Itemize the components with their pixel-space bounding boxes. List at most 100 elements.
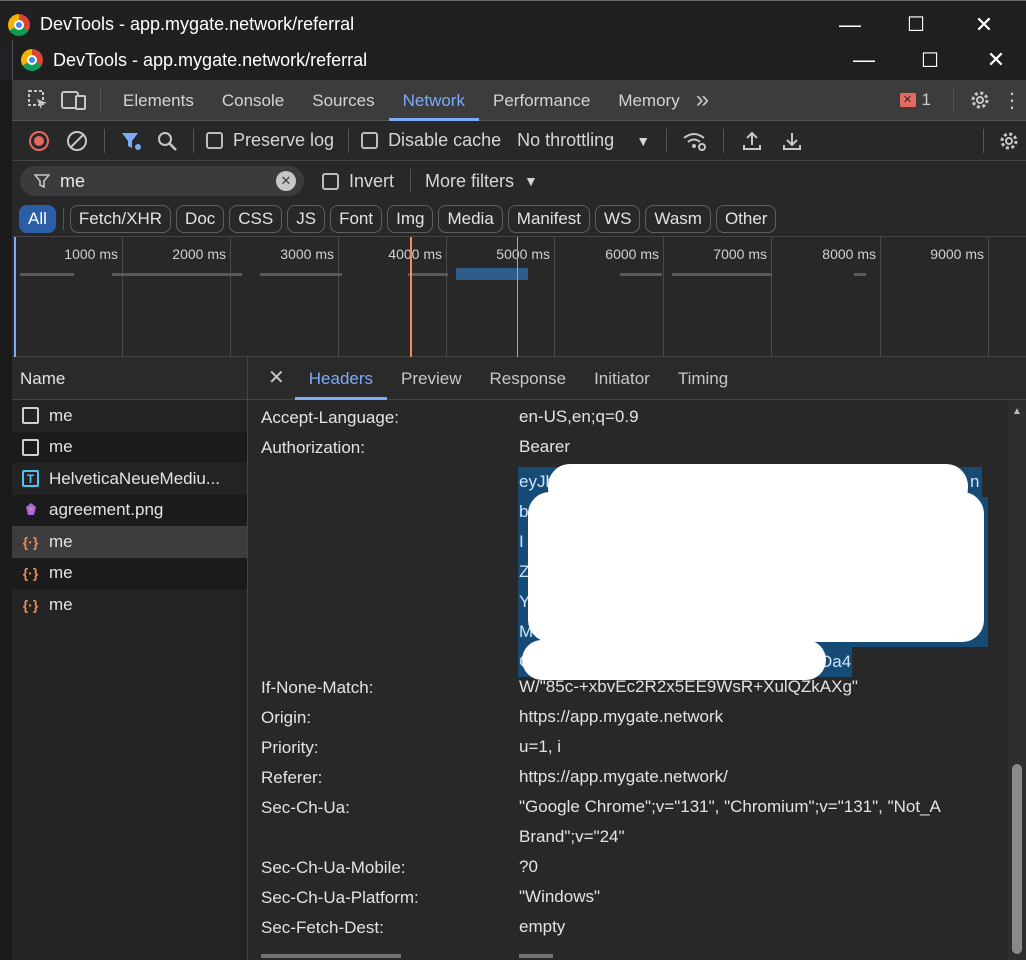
search-icon[interactable]	[149, 130, 185, 152]
type-filter-font[interactable]: Font	[330, 204, 383, 233]
type-filter-media[interactable]: Media	[438, 204, 503, 233]
network-toolbar: Preserve log Disable cache No throttling…	[12, 121, 1026, 161]
tab-performance[interactable]: Performance	[479, 80, 604, 121]
export-har-icon[interactable]	[772, 130, 812, 152]
issues-count: 1	[921, 90, 931, 109]
close-details-icon[interactable]: ✕	[248, 357, 295, 400]
type-filter-other[interactable]: Other	[715, 204, 777, 233]
header-name: Authorization:	[261, 438, 365, 457]
request-row[interactable]: {·} me	[12, 526, 247, 558]
chevron-down-icon[interactable]: ▼	[524, 173, 538, 189]
redaction-mark	[528, 492, 984, 642]
network-settings-gear-icon[interactable]	[992, 130, 1026, 152]
chevron-down-icon[interactable]: ▼	[636, 133, 650, 149]
tab-preview[interactable]: Preview	[387, 357, 475, 400]
document-icon	[22, 407, 39, 425]
clear-log-icon[interactable]	[58, 130, 96, 152]
name-column-header[interactable]: Name	[12, 357, 247, 400]
tab-headers[interactable]: Headers	[294, 357, 388, 400]
tab-timing[interactable]: Timing	[664, 357, 742, 400]
network-conditions-icon[interactable]	[675, 130, 715, 152]
request-row[interactable]: me	[12, 400, 247, 432]
header-value: W/"85c-+xbvEc2R2x5EE9WsR+XulQZkAXg"	[519, 677, 858, 696]
header-value: "Google Chrome";v="131", "Chromium";v="1…	[519, 797, 940, 846]
inspect-element-icon[interactable]	[20, 89, 56, 111]
type-filter-ws[interactable]: WS	[595, 204, 641, 233]
type-filter-manifest[interactable]: Manifest	[507, 204, 591, 233]
filter-icon	[34, 174, 50, 189]
timeline-tick-label: 1000 ms	[64, 246, 118, 262]
more-tabs-icon[interactable]: »	[696, 86, 709, 114]
resource-type-filters: All Fetch/XHR Doc CSS JS Font Img Media …	[12, 201, 1026, 237]
header-value: https://app.mygate.network/	[519, 767, 728, 786]
type-filter-fetch-xhr[interactable]: Fetch/XHR	[69, 204, 172, 233]
header-name: Referer:	[261, 768, 323, 787]
request-row[interactable]: {·} me	[12, 589, 247, 621]
tab-elements[interactable]: Elements	[109, 80, 208, 121]
devtools: Elements Console Sources Network Perform…	[12, 80, 1026, 960]
tab-sources[interactable]: Sources	[298, 80, 388, 121]
timeline-request-bar	[260, 273, 342, 276]
type-filter-css[interactable]: CSS	[229, 204, 283, 233]
header-value: "Windows"	[519, 887, 601, 906]
filter-funnel-icon[interactable]	[113, 130, 149, 152]
filter-input[interactable]: me ✕	[20, 166, 304, 196]
image-icon	[22, 502, 39, 519]
header-value: u=1, i	[519, 737, 562, 756]
request-name: me	[49, 405, 73, 425]
window-title: DevTools - app.mygate.network/referral	[40, 14, 355, 34]
request-name: me	[49, 594, 73, 614]
timeline-tick-label: 5000 ms	[496, 246, 550, 262]
type-filter-wasm[interactable]: Wasm	[645, 204, 711, 233]
disable-cache-checkbox[interactable]	[361, 132, 379, 149]
import-har-icon[interactable]	[732, 130, 772, 152]
tab-response[interactable]: Response	[476, 357, 581, 400]
timeline-overview[interactable]: 1000 ms 2000 ms 3000 ms 4000 ms 5000 ms …	[12, 237, 1026, 357]
throttling-select[interactable]: No throttling	[517, 130, 614, 151]
window-title: DevTools - app.mygate.network/referral	[53, 49, 368, 70]
timeline-tick-label: 6000 ms	[605, 246, 659, 262]
tab-initiator[interactable]: Initiator	[580, 357, 664, 400]
issues-counter[interactable]: ✕ 1	[899, 90, 931, 110]
tab-memory[interactable]: Memory	[604, 80, 693, 121]
minimize-button[interactable]: —	[834, 40, 894, 80]
error-icon: ✕	[899, 93, 916, 107]
type-filter-js[interactable]: JS	[287, 204, 326, 233]
request-row[interactable]: agreement.png	[12, 494, 247, 526]
clipped-row-fragment	[261, 954, 401, 958]
type-filter-img[interactable]: Img	[387, 204, 434, 233]
tab-network[interactable]: Network	[388, 80, 479, 121]
request-name: me	[49, 563, 73, 583]
type-filter-doc[interactable]: Doc	[176, 204, 225, 233]
request-name: me	[49, 531, 73, 551]
header-value: https://app.mygate.network	[519, 707, 724, 726]
maximize-button[interactable]: ☐	[900, 40, 960, 80]
chrome-logo-icon	[8, 13, 30, 36]
close-button[interactable]: ✕	[966, 40, 1026, 80]
timeline-tick-label: 9000 ms	[930, 246, 984, 262]
tab-console[interactable]: Console	[208, 80, 298, 121]
device-toolbar-icon[interactable]	[56, 89, 92, 111]
more-filters-dropdown[interactable]: More filters	[425, 171, 514, 192]
invert-checkbox[interactable]	[322, 172, 339, 190]
settings-gear-icon[interactable]	[962, 89, 998, 111]
preserve-log-label: Preserve log	[233, 130, 335, 150]
document-icon	[22, 438, 39, 456]
type-filter-all[interactable]: All	[19, 204, 56, 233]
scrollbar-thumb[interactable]	[1012, 764, 1022, 954]
scroll-up-arrow-icon[interactable]: ▲	[1012, 406, 1022, 417]
json-icon: {·}	[22, 533, 39, 550]
headers-scrollbar[interactable]: ▲	[1008, 400, 1026, 960]
timeline-request-bar	[672, 273, 772, 276]
front-window-titlebar[interactable]: DevTools - app.mygate.network/referral —…	[12, 40, 1026, 80]
clear-filter-icon[interactable]: ✕	[276, 171, 296, 191]
more-options-icon[interactable]: ⋮	[998, 88, 1026, 113]
clipped-row-fragment	[519, 954, 553, 958]
stop-recording-icon[interactable]	[20, 130, 58, 152]
timeline-tick-label: 3000 ms	[280, 246, 334, 262]
preserve-log-checkbox[interactable]	[206, 132, 223, 149]
request-row[interactable]: T HelveticaNeueMediu...	[12, 463, 247, 495]
timeline-gridline	[446, 237, 447, 357]
request-row[interactable]: me	[12, 431, 247, 463]
request-row[interactable]: {·} me	[12, 557, 247, 589]
